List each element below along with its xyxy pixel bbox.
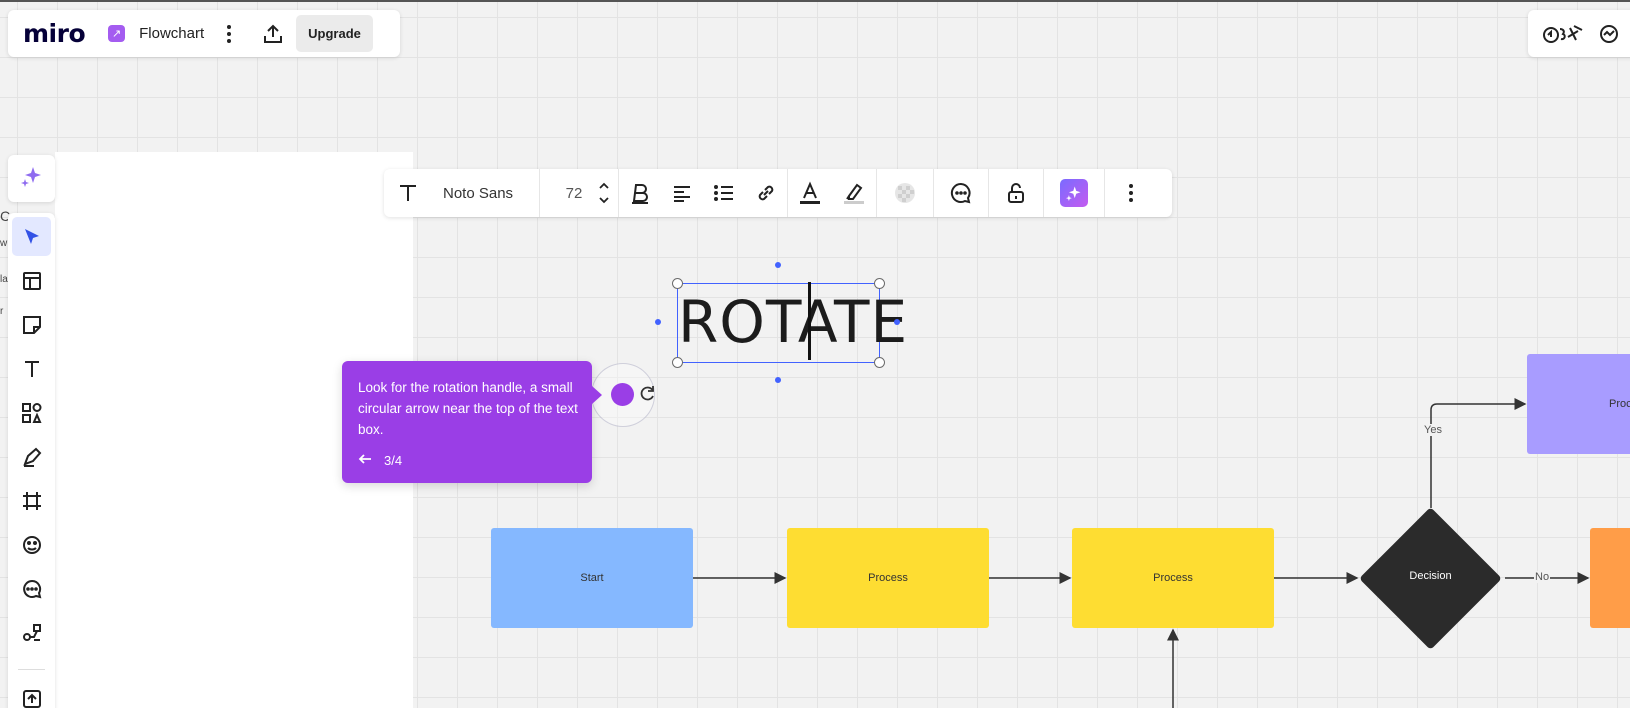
guide-hotspot[interactable] — [611, 383, 634, 406]
start-node[interactable]: Start — [491, 528, 693, 628]
process-node[interactable]: Process — [787, 528, 989, 628]
step-counter: 3/4 — [384, 453, 403, 468]
text-element-selection[interactable]: ROTATE — [672, 278, 907, 368]
resize-handle[interactable] — [672, 278, 683, 289]
connection-point[interactable] — [894, 319, 900, 325]
back-arrow-icon[interactable] — [358, 453, 372, 468]
process-node[interactable]: Process — [1072, 528, 1274, 628]
rotate-handle-icon[interactable] — [638, 383, 658, 403]
guide-tooltip: Look for the rotation handle, a small ci… — [342, 361, 602, 483]
resize-handle[interactable] — [672, 357, 683, 368]
resize-handle[interactable] — [874, 357, 885, 368]
connection-point[interactable] — [655, 319, 661, 325]
resize-handle[interactable] — [874, 278, 885, 289]
decision-label: Decision — [1409, 570, 1452, 582]
connection-point[interactable] — [775, 262, 781, 268]
process-node-top[interactable]: Proc — [1527, 354, 1630, 454]
tooltip-nav: 3/4 — [358, 453, 402, 468]
no-label: No — [1534, 571, 1551, 583]
text-caret — [808, 282, 811, 360]
text-element[interactable]: ROTATE — [678, 286, 907, 358]
orange-node[interactable] — [1590, 528, 1630, 628]
yes-label: Yes — [1423, 424, 1443, 436]
tooltip-text: Look for the rotation handle, a small ci… — [358, 380, 578, 437]
connection-point[interactable] — [775, 377, 781, 383]
